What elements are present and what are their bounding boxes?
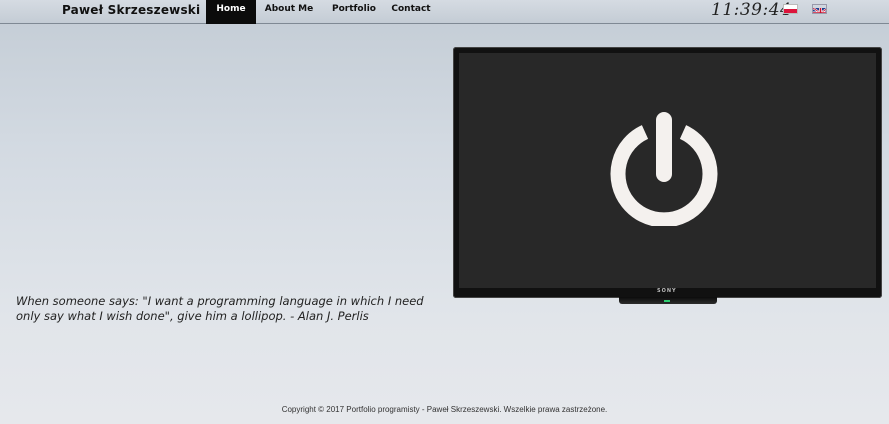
quote-text: When someone says: "I want a programming… bbox=[16, 294, 424, 323]
uk-flag-icon[interactable] bbox=[812, 4, 827, 14]
main-nav: Home About Me Portfolio Contact bbox=[206, 0, 436, 24]
nav-contact[interactable]: Contact bbox=[386, 0, 436, 24]
footer-copyright: Copyright © 2017 Portfolio programisty -… bbox=[281, 405, 608, 414]
poland-flag-icon[interactable] bbox=[783, 4, 798, 14]
power-icon[interactable] bbox=[607, 110, 721, 226]
site-brand[interactable]: Paweł Skrzeszewski bbox=[62, 3, 200, 17]
tv-brand-logo: SONY bbox=[657, 288, 677, 294]
clock: 11:39:44 bbox=[711, 0, 792, 20]
top-navbar: Paweł Skrzeszewski Home About Me Portfol… bbox=[0, 0, 889, 24]
nav-about-me[interactable]: About Me bbox=[256, 0, 322, 24]
nav-portfolio[interactable]: Portfolio bbox=[322, 0, 386, 24]
nav-home[interactable]: Home bbox=[206, 0, 256, 24]
tv-power-led bbox=[664, 300, 670, 302]
